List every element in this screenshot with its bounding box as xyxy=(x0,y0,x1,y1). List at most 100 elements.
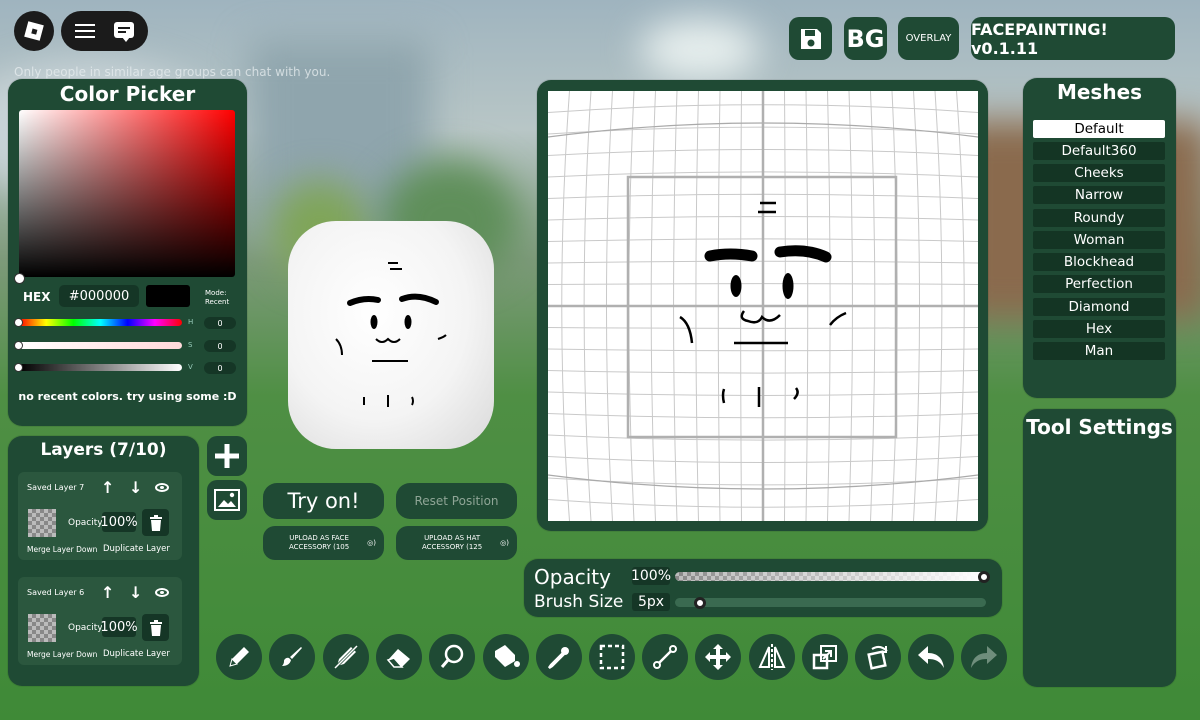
delete-layer-button[interactable] xyxy=(142,614,169,641)
fill-bucket-tool-button[interactable] xyxy=(483,634,529,680)
value-knob[interactable] xyxy=(14,363,23,372)
paint-canvas[interactable] xyxy=(548,91,978,521)
brush-size-knob[interactable] xyxy=(693,597,706,609)
overlay-button[interactable]: OVERLAY xyxy=(898,17,959,60)
redo-button[interactable] xyxy=(961,634,1007,680)
brush-tool-button[interactable] xyxy=(269,634,315,680)
undo-button[interactable] xyxy=(908,634,954,680)
move-icon xyxy=(705,644,731,670)
hex-label: HEX xyxy=(23,290,51,304)
resize-tool-button[interactable] xyxy=(802,634,848,680)
bg-button[interactable]: BG xyxy=(844,17,887,60)
mode-value[interactable]: Recent xyxy=(205,298,229,306)
hamburger-menu-icon[interactable] xyxy=(75,24,95,38)
visibility-eye-icon[interactable] xyxy=(155,483,169,492)
merge-layer-down-button[interactable]: Merge Layer Down xyxy=(27,650,97,659)
mesh-option-man[interactable]: Man xyxy=(1033,342,1165,360)
value-value[interactable]: 0 xyxy=(204,362,236,374)
mesh-option-cheeks[interactable]: Cheeks xyxy=(1033,164,1165,182)
layer-item[interactable]: Saved Layer 6 ↑ ↓ Opacity 100% Merge Lay… xyxy=(18,577,182,665)
marquee-select-icon xyxy=(599,644,625,670)
save-icon xyxy=(800,28,821,49)
eraser-stroke-tool-button[interactable] xyxy=(323,634,369,680)
layer-item[interactable]: Saved Layer 7 ↑ ↓ Opacity 100% Merge Lay… xyxy=(18,472,182,560)
eyedropper-tool-button[interactable] xyxy=(536,634,582,680)
face-drawing xyxy=(679,201,847,407)
saturation-value[interactable]: 0 xyxy=(204,340,236,352)
mesh-option-hex[interactable]: Hex xyxy=(1033,320,1165,338)
pencil-tool-button[interactable] xyxy=(216,634,262,680)
chat-icon[interactable] xyxy=(114,22,134,42)
brush-opacity-knob[interactable] xyxy=(978,571,990,583)
move-layer-down-icon[interactable]: ↓ xyxy=(129,583,142,602)
eraser-icon xyxy=(386,649,410,668)
move-layer-down-icon[interactable]: ↓ xyxy=(129,478,142,497)
eraser-tool-button[interactable] xyxy=(376,634,422,680)
saturation-label: S xyxy=(188,341,193,349)
value-slider[interactable] xyxy=(19,364,182,371)
add-layer-button[interactable] xyxy=(207,436,247,476)
trash-icon xyxy=(149,514,162,531)
recent-colors-text: no recent colors. try using some :D xyxy=(18,390,237,403)
roblox-menu-button[interactable] xyxy=(14,11,54,51)
chat-toolbar xyxy=(61,11,148,51)
upload-hat-accessory-button[interactable]: UPLOAD AS HAT ACCESSORY (125 ◎) xyxy=(396,526,517,560)
add-image-button[interactable] xyxy=(207,480,247,520)
lasso-tool-button[interactable] xyxy=(429,634,475,680)
mesh-option-roundy[interactable]: Roundy xyxy=(1033,209,1165,227)
brush-size-value[interactable]: 5px xyxy=(632,593,670,611)
mesh-option-default[interactable]: Default xyxy=(1033,120,1165,138)
lasso-icon xyxy=(440,644,464,668)
trash-icon xyxy=(149,619,162,636)
hue-knob[interactable] xyxy=(14,318,23,327)
line-tool-button[interactable] xyxy=(642,634,688,680)
plus-icon xyxy=(215,444,239,468)
try-on-button[interactable]: Try on! xyxy=(263,483,384,519)
brush-opacity-value[interactable]: 100% xyxy=(631,567,671,585)
rotate-tool-button[interactable] xyxy=(855,634,901,680)
fill-bucket-icon xyxy=(495,645,520,667)
delete-layer-button[interactable] xyxy=(142,509,169,536)
layers-title: Layers (7/10) xyxy=(40,440,167,460)
mesh-option-blockhead[interactable]: Blockhead xyxy=(1033,253,1165,271)
layers-panel: Layers (7/10) Saved Layer 7 ↑ ↓ Opacity … xyxy=(8,436,199,686)
mesh-option-default360[interactable]: Default360 xyxy=(1033,142,1165,160)
duplicate-layer-button[interactable]: Duplicate Layer xyxy=(103,649,170,659)
marquee-select-tool-button[interactable] xyxy=(589,634,635,680)
hue-value[interactable]: 0 xyxy=(204,317,236,329)
saturation-value-area[interactable] xyxy=(19,110,235,277)
move-layer-up-icon[interactable]: ↑ xyxy=(101,583,114,602)
merge-layer-down-button[interactable]: Merge Layer Down xyxy=(27,545,97,554)
mesh-option-perfection[interactable]: Perfection xyxy=(1033,275,1165,293)
layer-opacity-label: Opacity xyxy=(68,623,103,633)
save-button[interactable] xyxy=(789,17,832,60)
hue-label: H xyxy=(188,318,194,326)
hex-input[interactable]: #000000 xyxy=(59,285,139,307)
upload-face-accessory-button[interactable]: UPLOAD AS FACE ACCESSORY (105 ◎) xyxy=(263,526,384,560)
chat-notice: Only people in similar age groups can ch… xyxy=(14,65,331,79)
mode-label[interactable]: Mode: xyxy=(205,289,226,297)
mesh-option-woman[interactable]: Woman xyxy=(1033,231,1165,249)
layer-thumbnail xyxy=(28,614,56,642)
head-preview[interactable] xyxy=(288,221,494,449)
rotate-icon xyxy=(867,645,888,670)
brush-opacity-slider[interactable] xyxy=(675,572,986,581)
visibility-eye-icon[interactable] xyxy=(155,588,169,597)
mirror-tool-button[interactable] xyxy=(749,634,795,680)
brush-opacity-label: Opacity xyxy=(534,565,611,589)
layer-opacity-value[interactable]: 100% xyxy=(100,512,138,532)
mesh-option-diamond[interactable]: Diamond xyxy=(1033,298,1165,316)
robux-icon: ◎) xyxy=(367,538,376,547)
sv-picker-knob[interactable] xyxy=(14,273,25,284)
version-label: FACEPAINTING! v0.1.11 xyxy=(971,17,1175,60)
reset-position-button[interactable]: Reset Position xyxy=(396,483,517,519)
mesh-option-narrow[interactable]: Narrow xyxy=(1033,186,1165,204)
saturation-slider[interactable] xyxy=(19,342,182,349)
layer-opacity-value[interactable]: 100% xyxy=(100,617,138,637)
move-tool-button[interactable] xyxy=(695,634,741,680)
duplicate-layer-button[interactable]: Duplicate Layer xyxy=(103,544,170,554)
brush-size-slider[interactable] xyxy=(675,598,986,607)
saturation-knob[interactable] xyxy=(14,341,23,350)
hue-slider[interactable] xyxy=(19,319,182,326)
move-layer-up-icon[interactable]: ↑ xyxy=(101,478,114,497)
